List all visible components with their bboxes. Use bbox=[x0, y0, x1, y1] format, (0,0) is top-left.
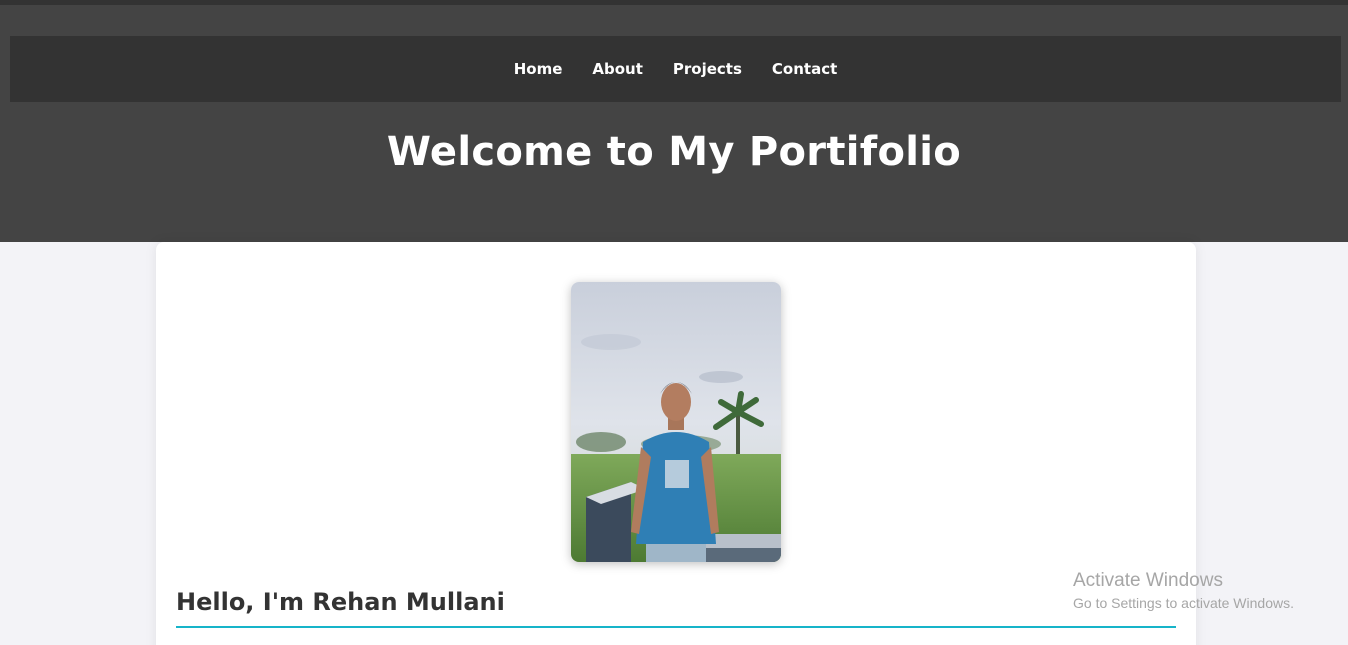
activate-windows-watermark: Activate Windows Go to Settings to activ… bbox=[1073, 570, 1294, 614]
profile-photo-image bbox=[571, 282, 781, 562]
nav-link-contact[interactable]: Contact bbox=[772, 60, 837, 78]
nav-link-projects[interactable]: Projects bbox=[673, 60, 742, 78]
nav-link-about[interactable]: About bbox=[592, 60, 643, 78]
hero-title: Welcome to My Portifolio bbox=[386, 129, 962, 175]
watermark-subtitle: Go to Settings to activate Windows. bbox=[1073, 595, 1294, 611]
navbar: Home About Projects Contact bbox=[10, 36, 1341, 102]
nav-link-home[interactable]: Home bbox=[514, 60, 563, 78]
heading-underline bbox=[176, 626, 1176, 628]
watermark-title: Activate Windows bbox=[1073, 570, 1223, 591]
about-card: Hello, I'm Rehan Mullani bbox=[156, 242, 1196, 645]
profile-photo bbox=[571, 282, 781, 562]
intro-heading: Hello, I'm Rehan Mullani bbox=[176, 588, 505, 616]
site-header: Home About Projects Contact Welcome to M… bbox=[0, 5, 1348, 242]
